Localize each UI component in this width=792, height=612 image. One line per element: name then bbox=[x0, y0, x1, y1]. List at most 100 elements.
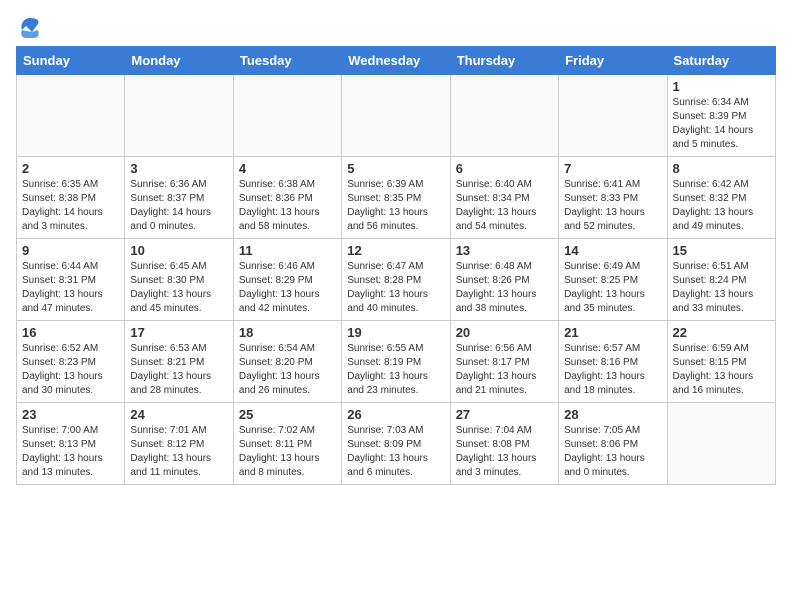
day-info: Sunrise: 6:47 AM Sunset: 8:28 PM Dayligh… bbox=[347, 260, 444, 316]
calendar-cell: 23 Sunrise: 7:00 AM Sunset: 8:13 PM Dayli… bbox=[17, 403, 125, 485]
calendar-cell: 10 Sunrise: 6:45 AM Sunset: 8:30 PM Dayli… bbox=[125, 239, 233, 321]
logo bbox=[16, 16, 42, 36]
day-info: Sunrise: 7:01 AM Sunset: 8:12 PM Dayligh… bbox=[130, 424, 227, 480]
day-info: Sunrise: 6:52 AM Sunset: 8:23 PM Dayligh… bbox=[22, 342, 119, 398]
day-info: Sunrise: 6:48 AM Sunset: 8:26 PM Dayligh… bbox=[456, 260, 553, 316]
calendar-cell bbox=[450, 75, 558, 157]
calendar-cell: 7 Sunrise: 6:41 AM Sunset: 8:33 PM Daylig… bbox=[559, 157, 667, 239]
day-number: 6 bbox=[456, 161, 553, 176]
day-number: 4 bbox=[239, 161, 336, 176]
page-header bbox=[16, 16, 776, 36]
calendar-cell: 27 Sunrise: 7:04 AM Sunset: 8:08 PM Dayli… bbox=[450, 403, 558, 485]
day-number: 24 bbox=[130, 407, 227, 422]
day-number: 22 bbox=[673, 325, 770, 340]
calendar-cell: 2Sunrise: 6:35 AM Sunset: 8:38 PM Daylig… bbox=[17, 157, 125, 239]
calendar-cell: 18 Sunrise: 6:54 AM Sunset: 8:20 PM Dayli… bbox=[233, 321, 341, 403]
day-info: Sunrise: 6:57 AM Sunset: 8:16 PM Dayligh… bbox=[564, 342, 661, 398]
day-info: Sunrise: 6:40 AM Sunset: 8:34 PM Dayligh… bbox=[456, 178, 553, 234]
calendar-cell: 25 Sunrise: 7:02 AM Sunset: 8:11 PM Dayli… bbox=[233, 403, 341, 485]
calendar-cell: 13 Sunrise: 6:48 AM Sunset: 8:26 PM Dayli… bbox=[450, 239, 558, 321]
calendar-cell: 6 Sunrise: 6:40 AM Sunset: 8:34 PM Daylig… bbox=[450, 157, 558, 239]
day-info: Sunrise: 6:41 AM Sunset: 8:33 PM Dayligh… bbox=[564, 178, 661, 234]
calendar-cell: 16 Sunrise: 6:52 AM Sunset: 8:23 PM Dayli… bbox=[17, 321, 125, 403]
calendar-cell: 3 Sunrise: 6:36 AM Sunset: 8:37 PM Daylig… bbox=[125, 157, 233, 239]
day-number: 26 bbox=[347, 407, 444, 422]
week-row-2: 9 Sunrise: 6:44 AM Sunset: 8:31 PM Daylig… bbox=[17, 239, 776, 321]
day-info: Sunrise: 6:51 AM Sunset: 8:24 PM Dayligh… bbox=[673, 260, 770, 316]
calendar-cell: 8 Sunrise: 6:42 AM Sunset: 8:32 PM Daylig… bbox=[667, 157, 775, 239]
day-info: Sunrise: 6:46 AM Sunset: 8:29 PM Dayligh… bbox=[239, 260, 336, 316]
day-number: 5 bbox=[347, 161, 444, 176]
day-number: 13 bbox=[456, 243, 553, 258]
weekday-header-friday: Friday bbox=[559, 47, 667, 75]
day-info: Sunrise: 6:55 AM Sunset: 8:19 PM Dayligh… bbox=[347, 342, 444, 398]
day-info: Sunrise: 6:49 AM Sunset: 8:25 PM Dayligh… bbox=[564, 260, 661, 316]
day-info: Sunrise: 6:38 AM Sunset: 8:36 PM Dayligh… bbox=[239, 178, 336, 234]
day-number: 1 bbox=[673, 79, 770, 94]
day-number: 15 bbox=[673, 243, 770, 258]
day-number: 16 bbox=[22, 325, 119, 340]
calendar-cell: 21 Sunrise: 6:57 AM Sunset: 8:16 PM Dayli… bbox=[559, 321, 667, 403]
calendar-cell: 4 Sunrise: 6:38 AM Sunset: 8:36 PM Daylig… bbox=[233, 157, 341, 239]
calendar-cell: 15 Sunrise: 6:51 AM Sunset: 8:24 PM Dayli… bbox=[667, 239, 775, 321]
calendar-cell: 11 Sunrise: 6:46 AM Sunset: 8:29 PM Dayli… bbox=[233, 239, 341, 321]
day-info: Sunrise: 6:56 AM Sunset: 8:17 PM Dayligh… bbox=[456, 342, 553, 398]
calendar-cell: 17 Sunrise: 6:53 AM Sunset: 8:21 PM Dayli… bbox=[125, 321, 233, 403]
day-info: Sunrise: 6:59 AM Sunset: 8:15 PM Dayligh… bbox=[673, 342, 770, 398]
day-number: 21 bbox=[564, 325, 661, 340]
week-row-0: 1 Sunrise: 6:34 AM Sunset: 8:39 PM Daylig… bbox=[17, 75, 776, 157]
calendar-cell bbox=[667, 403, 775, 485]
calendar-cell: 14Sunrise: 6:49 AM Sunset: 8:25 PM Dayli… bbox=[559, 239, 667, 321]
day-info: Sunrise: 6:53 AM Sunset: 8:21 PM Dayligh… bbox=[130, 342, 227, 398]
day-number: 20 bbox=[456, 325, 553, 340]
calendar-cell: 22 Sunrise: 6:59 AM Sunset: 8:15 PM Dayli… bbox=[667, 321, 775, 403]
weekday-header-monday: Monday bbox=[125, 47, 233, 75]
weekday-header-wednesday: Wednesday bbox=[342, 47, 450, 75]
calendar-cell: 9 Sunrise: 6:44 AM Sunset: 8:31 PM Daylig… bbox=[17, 239, 125, 321]
day-info: Sunrise: 6:34 AM Sunset: 8:39 PM Dayligh… bbox=[673, 96, 770, 152]
calendar-cell bbox=[559, 75, 667, 157]
day-info: Sunrise: 7:05 AM Sunset: 8:06 PM Dayligh… bbox=[564, 424, 661, 480]
calendar-cell: 1 Sunrise: 6:34 AM Sunset: 8:39 PM Daylig… bbox=[667, 75, 775, 157]
weekday-header-thursday: Thursday bbox=[450, 47, 558, 75]
weekday-header-saturday: Saturday bbox=[667, 47, 775, 75]
day-number: 17 bbox=[130, 325, 227, 340]
day-info: Sunrise: 6:44 AM Sunset: 8:31 PM Dayligh… bbox=[22, 260, 119, 316]
day-number: 18 bbox=[239, 325, 336, 340]
day-info: Sunrise: 7:04 AM Sunset: 8:08 PM Dayligh… bbox=[456, 424, 553, 480]
day-number: 11 bbox=[239, 243, 336, 258]
calendar-cell bbox=[233, 75, 341, 157]
day-info: Sunrise: 6:45 AM Sunset: 8:30 PM Dayligh… bbox=[130, 260, 227, 316]
logo-icon bbox=[18, 16, 42, 40]
day-number: 9 bbox=[22, 243, 119, 258]
day-number: 8 bbox=[673, 161, 770, 176]
calendar-cell bbox=[17, 75, 125, 157]
day-number: 27 bbox=[456, 407, 553, 422]
day-info: Sunrise: 7:03 AM Sunset: 8:09 PM Dayligh… bbox=[347, 424, 444, 480]
day-number: 12 bbox=[347, 243, 444, 258]
calendar-cell: 20 Sunrise: 6:56 AM Sunset: 8:17 PM Dayli… bbox=[450, 321, 558, 403]
calendar-cell: 19 Sunrise: 6:55 AM Sunset: 8:19 PM Dayli… bbox=[342, 321, 450, 403]
day-number: 25 bbox=[239, 407, 336, 422]
calendar-cell: 24 Sunrise: 7:01 AM Sunset: 8:12 PM Dayli… bbox=[125, 403, 233, 485]
day-info: Sunrise: 6:39 AM Sunset: 8:35 PM Dayligh… bbox=[347, 178, 444, 234]
day-info: Sunrise: 6:36 AM Sunset: 8:37 PM Dayligh… bbox=[130, 178, 227, 234]
day-number: 10 bbox=[130, 243, 227, 258]
weekday-header-sunday: Sunday bbox=[17, 47, 125, 75]
day-info: Sunrise: 6:35 AM Sunset: 8:38 PM Dayligh… bbox=[22, 178, 119, 234]
day-number: 19 bbox=[347, 325, 444, 340]
calendar-cell: 26 Sunrise: 7:03 AM Sunset: 8:09 PM Dayli… bbox=[342, 403, 450, 485]
calendar-cell: 12 Sunrise: 6:47 AM Sunset: 8:28 PM Dayli… bbox=[342, 239, 450, 321]
day-number: 7 bbox=[564, 161, 661, 176]
day-info: Sunrise: 6:42 AM Sunset: 8:32 PM Dayligh… bbox=[673, 178, 770, 234]
week-row-4: 23 Sunrise: 7:00 AM Sunset: 8:13 PM Dayli… bbox=[17, 403, 776, 485]
day-info: Sunrise: 7:02 AM Sunset: 8:11 PM Dayligh… bbox=[239, 424, 336, 480]
day-info: Sunrise: 6:54 AM Sunset: 8:20 PM Dayligh… bbox=[239, 342, 336, 398]
calendar-cell bbox=[342, 75, 450, 157]
day-number: 3 bbox=[130, 161, 227, 176]
day-info: Sunrise: 7:00 AM Sunset: 8:13 PM Dayligh… bbox=[22, 424, 119, 480]
day-number: 23 bbox=[22, 407, 119, 422]
week-row-3: 16 Sunrise: 6:52 AM Sunset: 8:23 PM Dayli… bbox=[17, 321, 776, 403]
calendar-cell: 28Sunrise: 7:05 AM Sunset: 8:06 PM Dayli… bbox=[559, 403, 667, 485]
weekday-header-row: SundayMondayTuesdayWednesdayThursdayFrid… bbox=[17, 47, 776, 75]
